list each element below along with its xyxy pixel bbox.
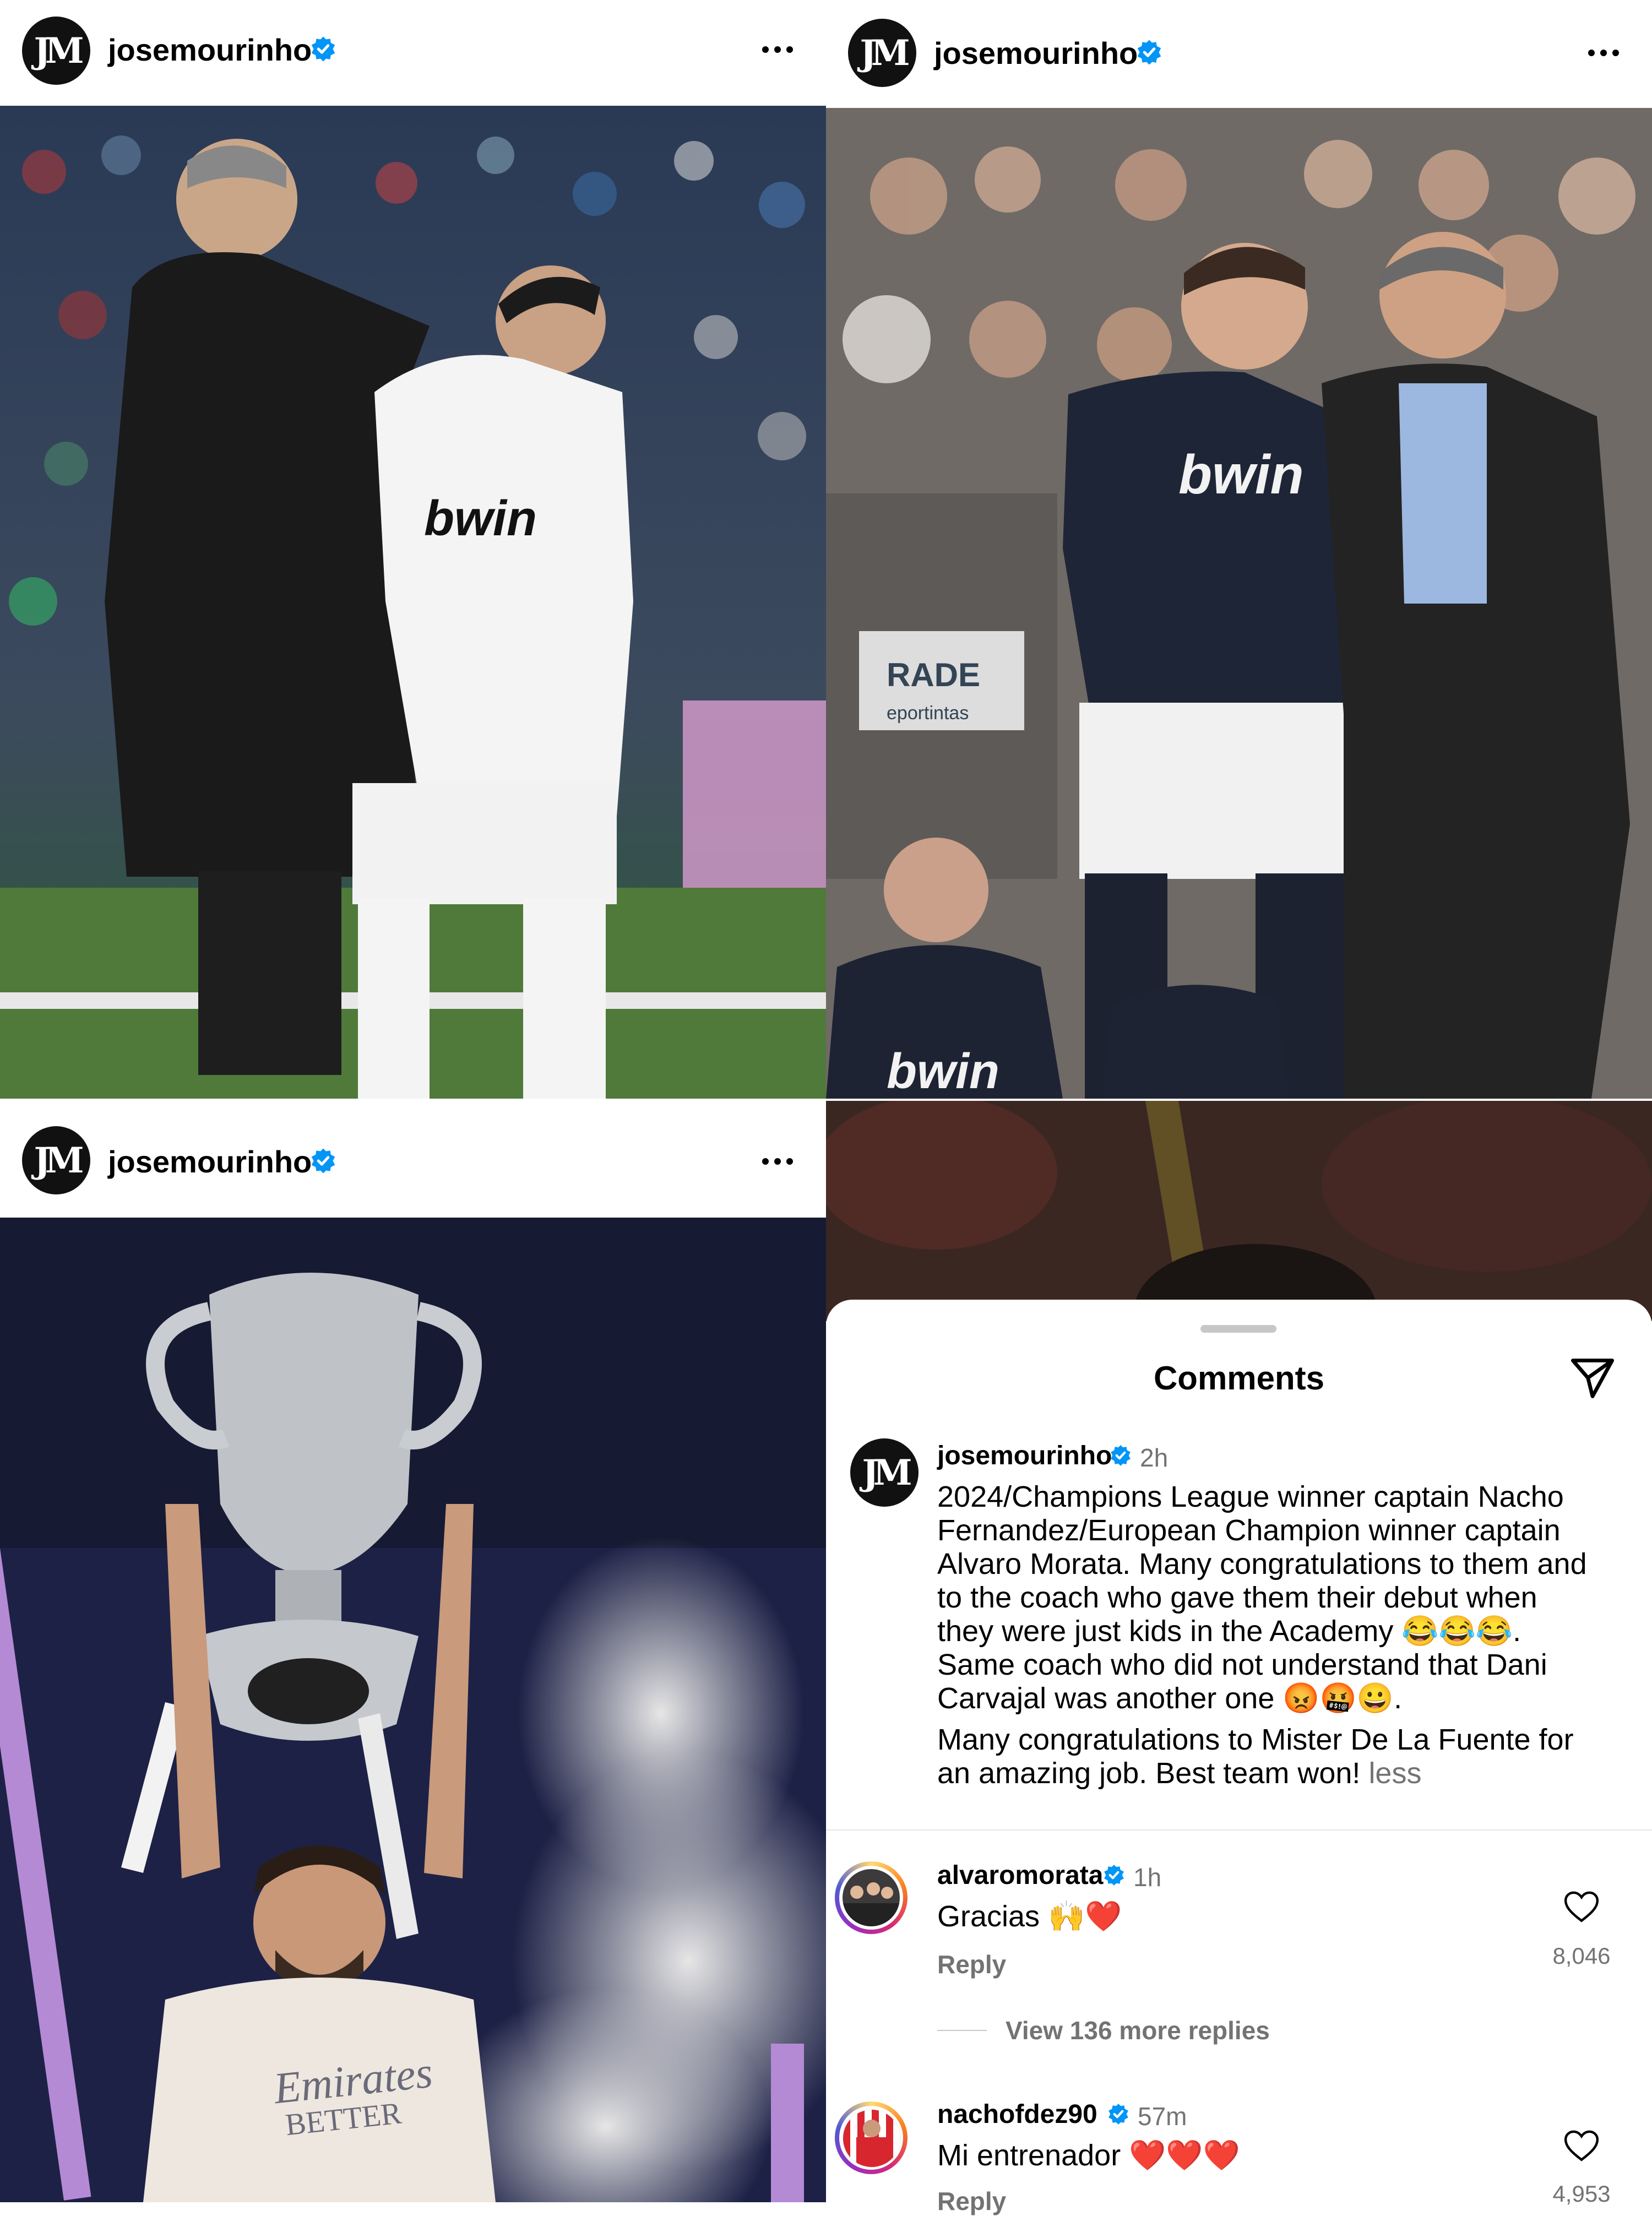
post-header-1: JM josemourinho [0, 0, 826, 106]
verified-badge-icon [1104, 1865, 1124, 1886]
like-count: 8,046 [1552, 1943, 1611, 1969]
heart-icon[interactable] [1563, 1889, 1600, 1926]
jm-logo-avatar[interactable]: JM [22, 1126, 90, 1194]
verified-badge-icon [1108, 2104, 1128, 2125]
comment-line-last: an amazing job. Best team won! less [937, 1757, 1631, 1790]
shirt-sponsor-text: bwin [424, 491, 537, 546]
less-link[interactable]: less [1368, 1757, 1421, 1790]
comment-text: Mi entrenador ❤️❤️❤️ [937, 2139, 1240, 2172]
sheet-drag-handle[interactable] [1200, 1325, 1276, 1333]
comment-username[interactable]: alvaromorata [937, 1860, 1103, 1891]
post-header-3: JM josemourinho [0, 1101, 826, 1218]
comment-line: 2024/Champions League winner captain Nac… [937, 1480, 1564, 1513]
jm-logo-avatar[interactable]: JM [848, 19, 916, 87]
comment-username[interactable]: nachofdez90 [937, 2099, 1097, 2130]
main-comment-text: 2024/Champions League winner captain Nac… [937, 1480, 1631, 1790]
comment-line: Alvaro Morata. Many congratulations to t… [937, 1547, 1587, 1580]
post-username[interactable]: josemourinho [108, 32, 312, 68]
heart-icon[interactable] [1563, 2128, 1600, 2165]
share-icon[interactable] [1569, 1355, 1616, 1401]
comments-title: Comments [1153, 1360, 1325, 1397]
board-subtext: eportintas [887, 703, 969, 724]
replies-line [937, 2030, 987, 2031]
more-options-icon[interactable] [762, 1158, 793, 1165]
more-options-icon[interactable] [1588, 50, 1619, 56]
comment-line: to the coach who gave them their debut w… [937, 1581, 1537, 1614]
view-replies-button[interactable]: View 136 more replies [1006, 2016, 1270, 2045]
post-photo-2: RADE eportintas bwin bwin [826, 108, 1652, 1099]
comment-line: they were just kids in the Academy 😂😂😂. [937, 1615, 1521, 1648]
comments-sheet: Comments JM josemourinho 2h 2024/Champio… [826, 1300, 1652, 2215]
avatar[interactable] [835, 1861, 907, 1934]
main-comment-time: 2h [1140, 1443, 1169, 1472]
post-username[interactable]: josemourinho [108, 1144, 312, 1180]
reply-button[interactable]: Reply [937, 1949, 1006, 1979]
comment-time: 1h [1133, 1863, 1162, 1892]
verified-badge-icon [1137, 40, 1161, 65]
reply-button[interactable]: Reply [937, 2186, 1006, 2216]
post-header-2: JM josemourinho [826, 0, 1652, 108]
divider [826, 1829, 1652, 1831]
comment-line: Many congratulations to Mister De La Fue… [937, 1723, 1574, 1756]
main-comment-username[interactable]: josemourinho [937, 1441, 1112, 1471]
more-options-icon[interactable] [762, 46, 793, 53]
jm-logo-avatar[interactable]: JM [22, 17, 90, 85]
verified-badge-icon [1111, 1445, 1131, 1466]
comment-text: Gracias 🙌❤️ [937, 1900, 1122, 1933]
post-photo-3: Emirates BETTER [0, 1218, 826, 2202]
comment-line: Fernandez/European Champion winner capta… [937, 1514, 1561, 1547]
post-photo-1: bwin [0, 106, 826, 1099]
avatar[interactable] [835, 2101, 907, 2174]
verified-badge-icon [311, 1148, 335, 1174]
comment-line: Same coach who did not understand that D… [937, 1648, 1547, 1681]
comment-line: Carvajal was another one 😡🤬😀. [937, 1682, 1403, 1715]
verified-badge-icon [311, 36, 335, 62]
like-count: 4,953 [1552, 2181, 1611, 2207]
jm-logo-avatar[interactable]: JM [850, 1438, 919, 1507]
shirt-sponsor-text: bwin [1178, 444, 1304, 506]
comment-line-text: an amazing job. Best team won! [937, 1757, 1361, 1790]
comment-time: 57m [1138, 2102, 1187, 2131]
bench-sponsor-text: bwin [887, 1044, 999, 1099]
board-text: RADE [887, 656, 980, 693]
post-username[interactable]: josemourinho [934, 35, 1138, 71]
